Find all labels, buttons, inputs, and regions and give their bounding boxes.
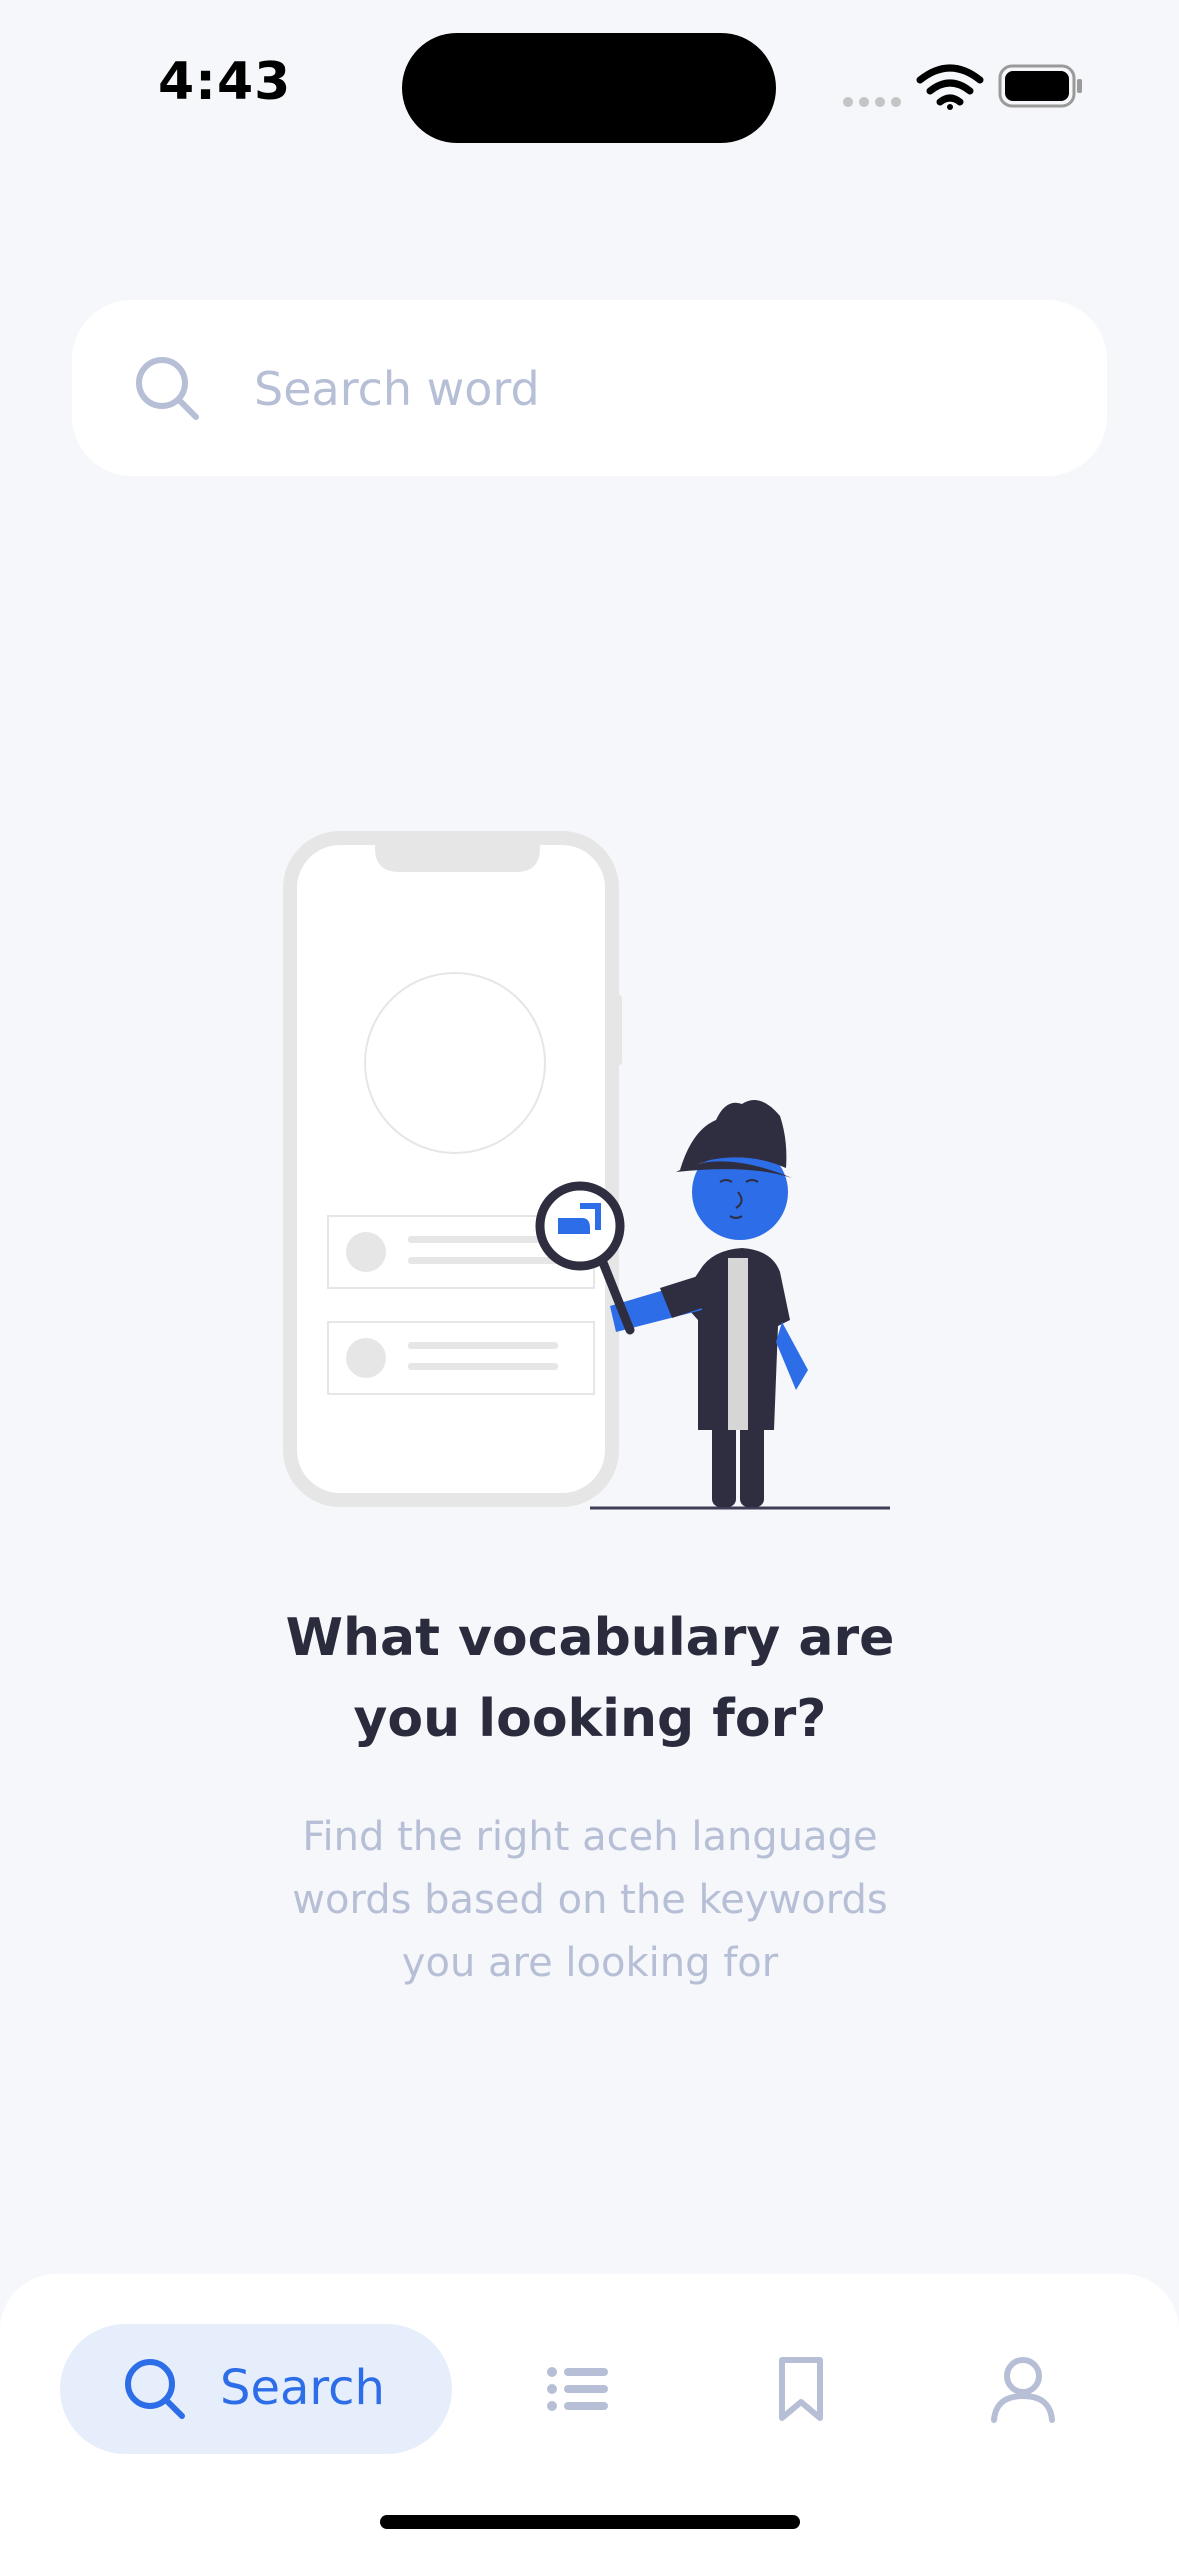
dynamic-island <box>402 33 776 143</box>
empty-state-subtitle: Find the right aceh language words based… <box>230 1806 950 1995</box>
signal-icon <box>843 97 901 107</box>
nav-item-search[interactable]: Search <box>60 2324 452 2454</box>
list-icon[interactable] <box>544 2354 614 2424</box>
bookmark-icon[interactable] <box>766 2354 836 2424</box>
search-bar[interactable] <box>72 300 1107 476</box>
nav-item-search-label: Search <box>220 2360 385 2416</box>
empty-state-title-line: What vocabulary are <box>285 1608 895 1668</box>
empty-state-title-line: you looking for? <box>353 1689 827 1749</box>
search-illustration <box>283 831 890 1510</box>
wifi-icon <box>916 64 984 110</box>
status-icons <box>843 64 1082 110</box>
status-time: 4:43 <box>158 52 292 112</box>
phone-illustration <box>283 831 622 1507</box>
bottom-nav: Search <box>0 2274 1179 2556</box>
empty-state-subtitle-line: you are looking for <box>401 1940 779 1986</box>
search-icon <box>136 357 199 420</box>
empty-state-subtitle-line: Find the right aceh language <box>302 1814 878 1860</box>
home-indicator[interactable] <box>380 2515 800 2529</box>
app-screen: 4:43 Search word What vocabulary are you… <box>0 0 1179 2556</box>
search-input[interactable] <box>252 340 1056 438</box>
empty-state-subtitle-line: words based on the keywords <box>292 1877 888 1923</box>
empty-state-title: What vocabulary are you looking for? <box>160 1598 1020 1760</box>
search-icon <box>125 2359 185 2419</box>
battery-icon <box>998 64 1082 108</box>
user-icon[interactable] <box>988 2354 1058 2424</box>
